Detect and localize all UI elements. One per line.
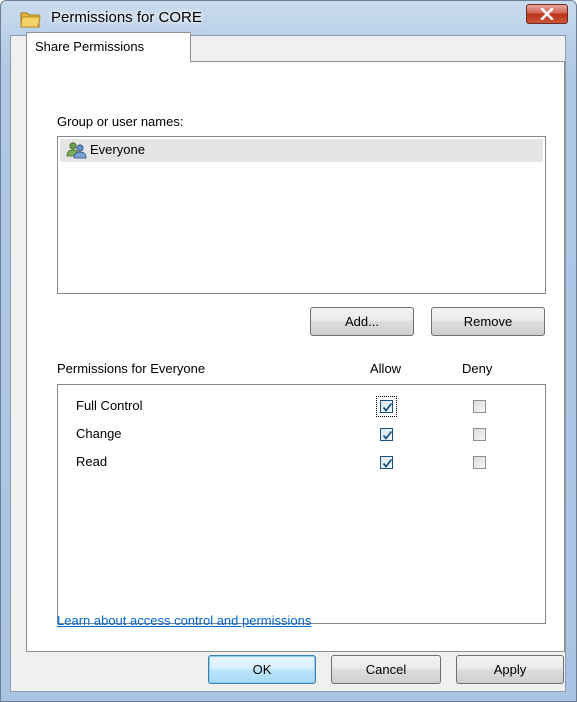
permission-label: Full Control	[76, 398, 143, 413]
tab-share-permissions[interactable]: Share Permissions	[26, 32, 191, 62]
permissions-dialog: Permissions for CORE Share Permissions G…	[0, 0, 577, 702]
permission-label: Read	[76, 454, 108, 469]
permission-row-change: Change	[58, 420, 545, 448]
permissions-header: Permissions for Everyone	[57, 361, 206, 376]
close-icon	[540, 8, 554, 20]
full-control-allow-checkbox[interactable]	[380, 400, 393, 413]
checkmark-icon	[382, 430, 393, 440]
ok-button[interactable]: OK	[208, 655, 316, 684]
cancel-button[interactable]: Cancel	[331, 655, 441, 684]
title-bar[interactable]: Permissions for CORE	[1, 1, 576, 35]
change-deny-checkbox[interactable]	[473, 428, 486, 441]
share-permissions-panel: Group or user names: Everyone Add... Rem…	[26, 61, 565, 652]
access-control-help-link[interactable]: Learn about access control and permissio…	[57, 613, 311, 628]
apply-button[interactable]: Apply	[456, 655, 564, 684]
list-item-label: Everyone	[90, 142, 145, 157]
change-allow-checkbox[interactable]	[380, 428, 393, 441]
permission-row-read: Read	[58, 448, 545, 476]
permission-row-full-control: Full Control	[58, 392, 545, 420]
folder-icon	[20, 12, 41, 28]
permissions-list: Full Control Change Read	[57, 384, 546, 624]
read-allow-checkbox[interactable]	[380, 456, 393, 469]
group-user-listbox[interactable]: Everyone	[57, 136, 546, 294]
allow-header: Allow	[370, 361, 402, 376]
checkmark-icon	[382, 402, 393, 412]
window-title: Permissions for CORE	[51, 9, 202, 26]
user-group-icon	[66, 142, 87, 159]
full-control-deny-checkbox[interactable]	[473, 400, 486, 413]
deny-header: Deny	[462, 361, 493, 376]
list-item-everyone[interactable]: Everyone	[60, 139, 543, 162]
group-or-user-names-label: Group or user names:	[57, 114, 184, 129]
permission-label: Change	[76, 426, 122, 441]
tab-label: Share Permissions	[35, 39, 145, 54]
close-button[interactable]	[526, 4, 568, 24]
read-deny-checkbox[interactable]	[473, 456, 486, 469]
remove-button[interactable]: Remove	[431, 307, 545, 336]
checkmark-icon	[382, 458, 393, 468]
add-button[interactable]: Add...	[310, 307, 414, 336]
